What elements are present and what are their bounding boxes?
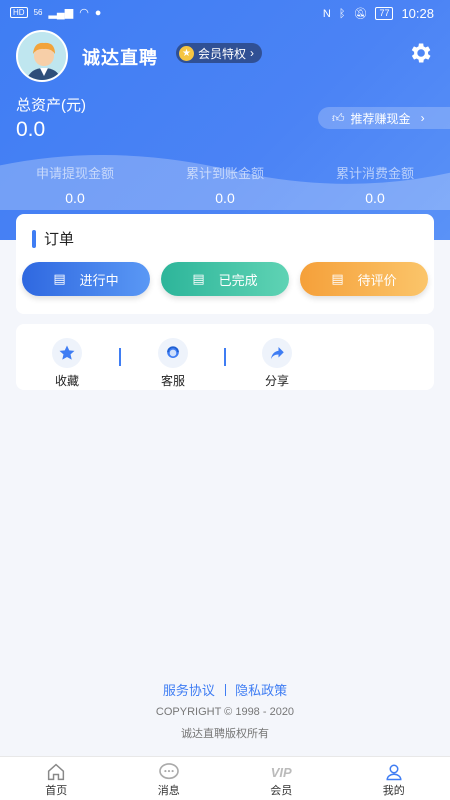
support-icon — [158, 338, 188, 368]
copyright-text: COPYRIGHT © 1998 - 2020 — [155, 706, 295, 718]
star-icon — [52, 338, 82, 368]
avatar[interactable] — [16, 30, 68, 82]
signal-icon: ▂▄▆ — [48, 7, 74, 19]
tab-vip[interactable]: VIP 会员 — [225, 757, 338, 800]
avatar-icon — [18, 32, 66, 80]
user-icon — [338, 762, 450, 782]
completed-label: 已完成 — [218, 272, 258, 288]
battery-icon: 77 — [375, 7, 394, 20]
member-badge-label: 会员特权 — [198, 46, 247, 61]
vip-icon: VIP — [270, 764, 292, 780]
support-action[interactable]: 客服 — [143, 338, 203, 389]
chevron-right-icon: › — [420, 111, 425, 125]
in-progress-label: 进行中 — [79, 272, 119, 288]
favorites-label: 收藏 — [54, 374, 79, 388]
document-check-icon: ▤ — [192, 271, 205, 286]
document-edit-icon: ▤ — [331, 271, 344, 286]
share-action[interactable]: 分享 — [247, 338, 307, 389]
nfc-icon: N — [322, 7, 331, 20]
favorites-action[interactable]: 收藏 — [37, 338, 97, 389]
tab-home[interactable]: 首页 — [0, 757, 113, 800]
stat-value: 0.0 — [365, 190, 385, 206]
tab-vip-label: 会员 — [270, 785, 293, 797]
title-accent-bar — [32, 229, 36, 248]
star-icon: ★ — [179, 45, 194, 61]
message-icon — [113, 762, 226, 782]
thumbs-up-icon: 👍︎ — [332, 110, 345, 125]
recommend-cash-label: 推荐赚现金 — [350, 111, 411, 126]
orders-card: 订单 ▤ 进行中 ▤ 已完成 ▤ 待评价 — [16, 214, 434, 314]
rights-text: 诚达直聘版权所有 — [181, 728, 269, 740]
signal-label: 56 — [33, 8, 43, 17]
tab-messages-label: 消息 — [157, 785, 180, 797]
bottom-tab-bar: 首页 消息 VIP 会员 我的 — [0, 756, 450, 800]
app-name: 诚达直聘 — [82, 48, 158, 68]
stat-label: 申请提现金额 — [35, 166, 114, 181]
clock: 10:28 — [401, 6, 434, 21]
total-assets-label: 总资产(元) — [16, 97, 86, 114]
stat-value: 0.0 — [215, 190, 235, 206]
quick-actions-card: 收藏 客服 分享 — [16, 324, 434, 390]
recommend-cash-button[interactable]: 👍︎ 推荐赚现金 › — [318, 107, 450, 129]
gear-icon[interactable] — [407, 40, 433, 66]
status-bar: HD 56 ▂▄▆ ◠ ● N ᛒ 🔕︎ 77 10:28 — [0, 0, 450, 26]
privacy-policy-link[interactable]: 隐私政策 — [235, 683, 287, 698]
pending-review-label: 待评价 — [357, 272, 397, 288]
notification-icon: ● — [94, 6, 102, 19]
tab-mine-label: 我的 — [382, 785, 405, 797]
bluetooth-icon: ᛒ — [338, 7, 346, 20]
tab-home-label: 首页 — [45, 785, 68, 797]
support-label: 客服 — [160, 374, 185, 388]
tab-messages[interactable]: 消息 — [113, 757, 226, 800]
mute-icon: 🔕︎ — [353, 8, 368, 20]
orders-title-label: 订单 — [44, 231, 75, 248]
member-badge[interactable]: ★ 会员特权 › — [176, 43, 263, 63]
stat-value: 0.0 — [65, 190, 85, 206]
network-type: HD — [10, 7, 28, 18]
total-assets-value: 0.0 — [16, 118, 46, 141]
orders-title: 订单 — [32, 228, 74, 249]
tab-mine[interactable]: 我的 — [338, 757, 450, 800]
completed-button[interactable]: ▤ 已完成 — [161, 262, 289, 296]
stat-withdraw-requested[interactable]: 申请提现金额 0.0 — [0, 163, 150, 206]
stat-label: 累计消费金额 — [335, 166, 414, 181]
profile-header: HD 56 ▂▄▆ ◠ ● N ᛒ 🔕︎ 77 10:28 诚达直聘 ★ 会员特… — [0, 0, 450, 240]
pending-review-button[interactable]: ▤ 待评价 — [300, 262, 428, 296]
document-clock-icon: ▤ — [53, 271, 66, 286]
divider — [224, 684, 226, 696]
in-progress-button[interactable]: ▤ 进行中 — [22, 262, 150, 296]
stat-label: 累计到账金额 — [185, 166, 264, 181]
chevron-right-icon: › — [250, 46, 255, 60]
stat-total-received[interactable]: 累计到账金额 0.0 — [150, 163, 300, 206]
divider — [119, 348, 121, 366]
wifi-icon: ◠ — [79, 7, 89, 19]
stat-total-spent[interactable]: 累计消费金额 0.0 — [300, 163, 450, 206]
divider — [224, 348, 226, 366]
service-agreement-link[interactable]: 服务协议 — [163, 683, 215, 698]
home-icon — [0, 762, 113, 782]
share-icon — [262, 338, 292, 368]
stats-row: 申请提现金额 0.0 累计到账金额 0.0 累计消费金额 0.0 — [0, 163, 450, 206]
footer-links: 服务协议 隐私政策 — [0, 680, 450, 699]
share-label: 分享 — [264, 374, 289, 388]
